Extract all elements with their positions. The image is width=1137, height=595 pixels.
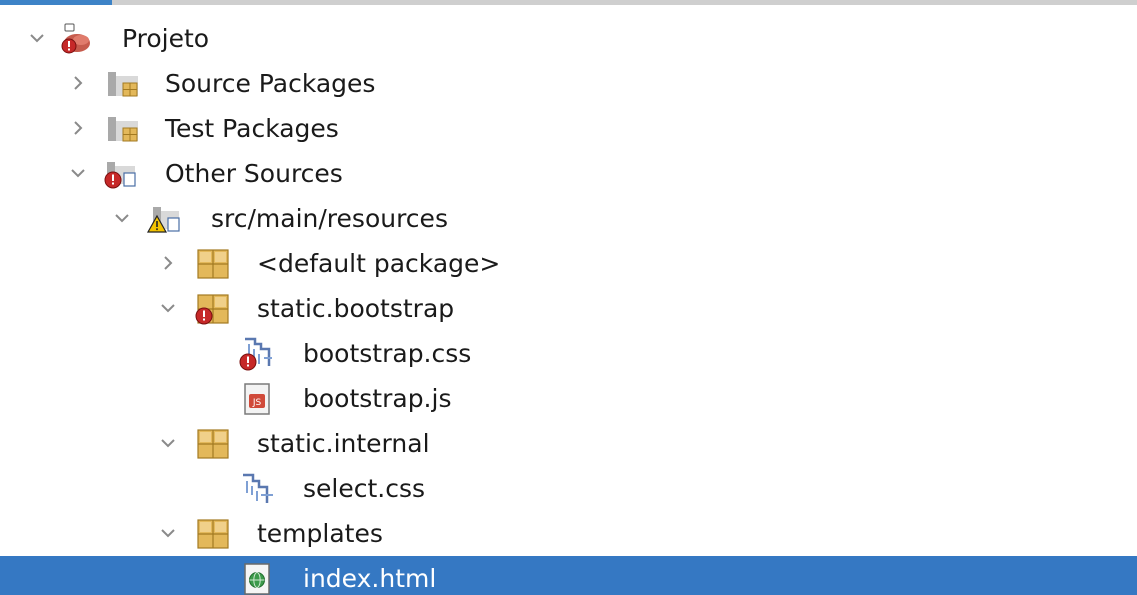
tree-node-src-main-resources[interactable]: src/main/resources (0, 196, 1137, 241)
package-error-icon (195, 294, 229, 325)
project-explorer: Projeto Source Packages Test Packages Ot… (0, 0, 1137, 595)
tree-node-projeto[interactable]: Projeto (0, 16, 1137, 61)
active-tab-indicator (0, 0, 112, 5)
tree-node-label: Test Packages (165, 114, 339, 143)
panel-top-border (0, 0, 1137, 5)
tree-node-label: templates (257, 519, 383, 548)
tree-node-label: src/main/resources (211, 204, 448, 233)
tree-node-other-sources[interactable]: Other Sources (0, 151, 1137, 196)
tree-node-label: Source Packages (165, 69, 376, 98)
tree-node-label: select.css (303, 474, 426, 503)
chevron-right-icon[interactable] (157, 252, 179, 274)
html-file-icon (244, 563, 270, 595)
css-file-error-icon (239, 337, 272, 371)
tree-node-select-css[interactable]: select.css (0, 466, 1137, 511)
chevron-down-icon[interactable] (26, 27, 48, 49)
tree-node-label: Projeto (122, 24, 210, 53)
chevron-down-icon[interactable] (157, 432, 179, 454)
tree-node-templates[interactable]: templates (0, 511, 1137, 556)
tree-node-static-internal[interactable]: static.internal (0, 421, 1137, 466)
tree-node-label: <default package> (257, 249, 501, 278)
tree-node-index-html[interactable]: index.html (0, 556, 1137, 595)
tree-node-label: Other Sources (165, 159, 343, 188)
js-file-icon: JS (244, 383, 270, 415)
tree-node-label: index.html (303, 564, 437, 593)
chevron-right-icon[interactable] (67, 117, 89, 139)
chevron-right-icon[interactable] (67, 72, 89, 94)
chevron-down-icon[interactable] (157, 522, 179, 544)
tree-node-default-package[interactable]: <default package> (0, 241, 1137, 286)
svg-text:JS: JS (252, 398, 262, 408)
package-icon (197, 249, 229, 279)
tree-node-bootstrap-js[interactable]: JS bootstrap.js (0, 376, 1137, 421)
css-file-icon (243, 473, 273, 503)
test-packages-folder-icon (108, 117, 138, 142)
tree-node-label: bootstrap.css (303, 339, 472, 368)
chevron-down-icon[interactable] (67, 162, 89, 184)
tree-node-static-bootstrap[interactable]: static.bootstrap (0, 286, 1137, 331)
chevron-down-icon[interactable] (157, 297, 179, 319)
project-tree: Projeto Source Packages Test Packages Ot… (0, 16, 1137, 595)
package-icon (197, 519, 229, 549)
tree-node-source-packages[interactable]: Source Packages (0, 61, 1137, 106)
tree-node-bootstrap-css[interactable]: bootstrap.css (0, 331, 1137, 376)
tree-node-test-packages[interactable]: Test Packages (0, 106, 1137, 151)
package-icon (197, 429, 229, 459)
tree-node-label: bootstrap.js (303, 384, 452, 413)
tree-node-label: static.bootstrap (257, 294, 455, 323)
chevron-down-icon[interactable] (111, 207, 133, 229)
other-sources-error-icon (104, 162, 136, 189)
tree-node-label: static.internal (257, 429, 430, 458)
maven-project-error-icon (61, 23, 90, 54)
resources-folder-warning-icon (146, 207, 180, 233)
source-packages-folder-icon (108, 72, 138, 97)
